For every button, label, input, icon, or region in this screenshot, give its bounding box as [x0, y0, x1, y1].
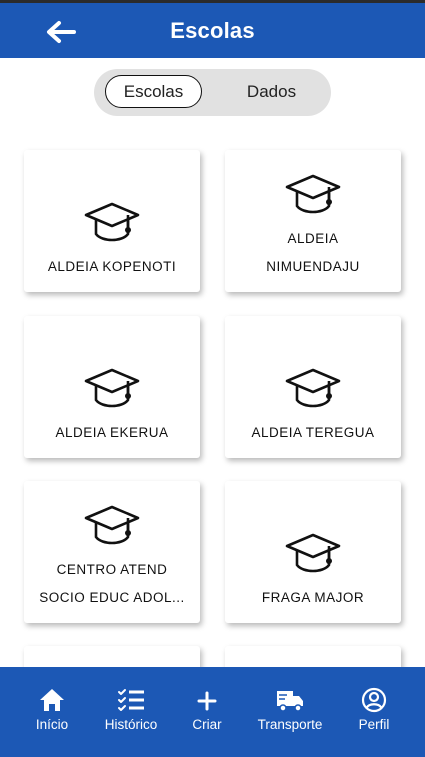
- school-name-line: NIMUENDAJU: [266, 259, 360, 274]
- school-grid: ALDEIA KOPENOTI ALDEIA NIMUENDAJU ALDEIA…: [0, 130, 425, 670]
- graduation-cap-icon: [285, 174, 341, 214]
- nav-label: Início: [35, 717, 69, 732]
- school-name-line: ALDEIA TEREGUA: [251, 425, 375, 440]
- truck-icon: [277, 691, 303, 712]
- app-bar: Escolas: [0, 3, 425, 58]
- graduation-cap-icon: [285, 533, 341, 573]
- tab-escolas[interactable]: Escolas: [105, 75, 202, 108]
- nav-criar[interactable]: Criar: [182, 667, 232, 757]
- school-card[interactable]: ALDEIA NIMUENDAJU: [225, 150, 401, 292]
- segmented-control: Escolas Dados: [94, 69, 331, 116]
- school-name-line: ALDEIA EKERUA: [55, 425, 169, 440]
- graduation-cap-icon: [84, 505, 140, 545]
- school-card[interactable]: FRAGA MAJOR: [225, 481, 401, 623]
- plus-icon: [197, 691, 217, 711]
- nav-inicio[interactable]: Início: [22, 667, 82, 757]
- page-title: Escolas: [170, 18, 255, 43]
- graduation-cap-icon: [285, 368, 341, 408]
- nav-transporte[interactable]: Transporte: [248, 667, 332, 757]
- nav-label: Criar: [192, 717, 222, 732]
- school-card[interactable]: ALDEIA TEREGUA: [225, 316, 401, 458]
- school-name-line: CENTRO ATEND: [56, 562, 168, 577]
- school-name-line: ALDEIA: [287, 231, 339, 246]
- user-circle-icon: [361, 687, 387, 713]
- home-icon: [40, 689, 64, 711]
- nav-label: Perfil: [358, 717, 390, 732]
- school-card[interactable]: ALDEIA KOPENOTI: [24, 150, 200, 292]
- nav-label: Transporte: [257, 717, 323, 732]
- school-name-line: ALDEIA KOPENOTI: [47, 259, 177, 274]
- nav-label: Histórico: [104, 717, 158, 732]
- school-card[interactable]: ALDEIA EKERUA: [24, 316, 200, 458]
- bottom-nav: Início Histórico Criar Transporte Perfil: [0, 667, 425, 757]
- checklist-icon: [118, 689, 144, 711]
- tab-dados[interactable]: Dados: [224, 75, 319, 108]
- school-name-line: FRAGA MAJOR: [261, 590, 365, 605]
- nav-perfil[interactable]: Perfil: [348, 667, 400, 757]
- graduation-cap-icon: [84, 202, 140, 242]
- graduation-cap-icon: [84, 368, 140, 408]
- nav-historico[interactable]: Histórico: [95, 667, 167, 757]
- school-card[interactable]: CENTRO ATEND SOCIO EDUC ADOL...: [24, 481, 200, 623]
- school-name-line: SOCIO EDUC ADOL...: [39, 590, 185, 605]
